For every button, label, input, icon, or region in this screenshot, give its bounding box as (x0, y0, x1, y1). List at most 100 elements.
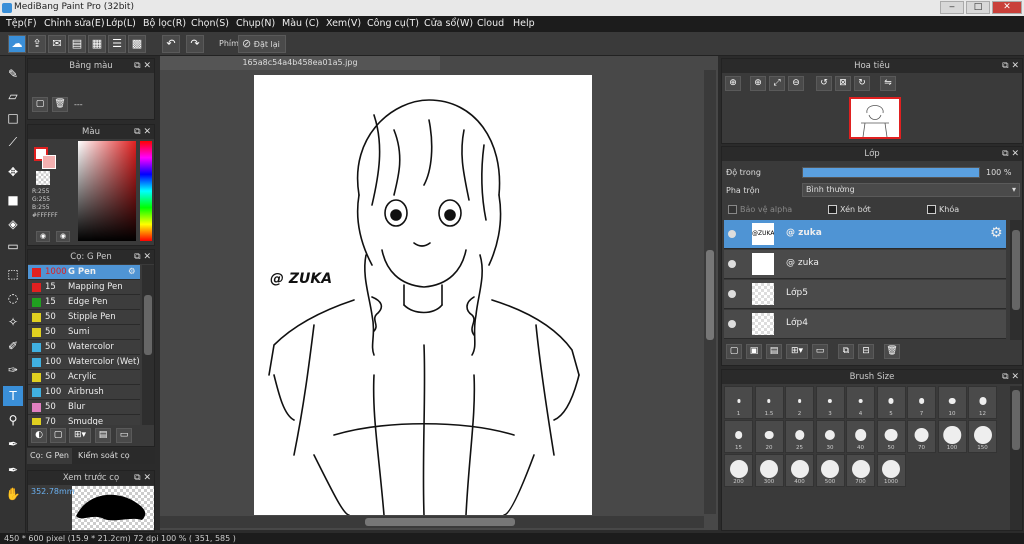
cloud-icon[interactable]: ☁ (8, 35, 26, 53)
brush-item[interactable]: 50 Watercolor (28, 340, 140, 355)
brush-size-cell[interactable]: 700 (846, 454, 875, 487)
hand-tool-icon[interactable]: ✋ (3, 484, 23, 504)
undo-icon[interactable]: ↶ (162, 35, 180, 53)
document-tab[interactable]: 165a8c54a4b458ea01a5.jpg (160, 56, 440, 70)
menu-view[interactable]: Xem(V) (326, 18, 361, 29)
zoom-icon[interactable]: ⊕ (725, 76, 741, 91)
transparent-swatch[interactable] (36, 171, 50, 185)
magic-wand-tool-icon[interactable]: ✧ (3, 312, 23, 332)
minimize-button[interactable]: ‒ (940, 1, 964, 14)
delete-palette-icon[interactable]: 🗑 (52, 97, 68, 112)
gear-icon[interactable]: ⚙ (128, 265, 136, 280)
grid-icon[interactable]: ▩ (128, 35, 146, 53)
tab-brush-control[interactable]: Kiểm soát cọ (75, 448, 133, 464)
menu-file[interactable]: Tệp(F) (6, 18, 37, 29)
select-rect-tool-icon[interactable]: ⬚ (3, 264, 23, 284)
panel-controls-icon[interactable]: ⧉ ✕ (134, 250, 151, 264)
menu-help[interactable]: Help (513, 18, 535, 29)
canvas-horizontal-scrollbar[interactable] (160, 516, 704, 528)
layer-list-scrollbar[interactable] (1010, 220, 1022, 340)
list-icon[interactable]: ☰ (108, 35, 126, 53)
brush-add-menu-icon[interactable]: ⊞▾ (69, 428, 91, 443)
lasso-tool-icon[interactable]: ◌ (3, 288, 23, 308)
page-icon[interactable]: ▤ (68, 35, 86, 53)
tab-brush[interactable]: Cọ: G Pen (27, 448, 72, 464)
layer-row[interactable]: Lớp4 (724, 310, 1006, 339)
canvas-vertical-scrollbar[interactable] (704, 70, 716, 514)
bucket-tool-icon[interactable]: ◈ (3, 214, 23, 234)
zoom-out-icon[interactable]: ⊖ (788, 76, 804, 91)
brush-size-cell[interactable]: 1 (724, 386, 753, 419)
fit-icon[interactable]: ⤢ (769, 76, 785, 91)
brush-item[interactable]: 1000 G Pen ⚙ (28, 265, 140, 280)
brush-item[interactable]: 50 Acrylic (28, 370, 140, 385)
brush-item[interactable]: 15 Edge Pen (28, 295, 140, 310)
brush-size-cell[interactable]: 1.5 (754, 386, 784, 419)
menu-color[interactable]: Màu (C) (282, 18, 319, 29)
folder-icon[interactable]: ▭ (116, 428, 132, 443)
gradient-tool-icon[interactable]: ▭ (3, 236, 23, 256)
menu-cloud[interactable]: Cloud (477, 18, 504, 29)
eyedropper-tool-icon[interactable]: ✒ (3, 460, 23, 480)
panel-controls-icon[interactable]: ⧉ ✕ (134, 125, 151, 139)
select-eraser-tool-icon[interactable]: ✑ (3, 360, 23, 380)
menu-layer[interactable]: Lớp(L) (106, 18, 136, 29)
close-button[interactable]: ✕ (992, 1, 1022, 14)
menu-capture[interactable]: Chụp(N) (236, 18, 275, 29)
select-pen-tool-icon[interactable]: ✐ (3, 336, 23, 356)
new-halftone-layer-icon[interactable]: ▣ (746, 344, 762, 359)
document-icon[interactable]: ▦ (88, 35, 106, 53)
brush-size-cell[interactable]: 30 (815, 420, 845, 453)
brush-size-cell[interactable]: 150 (968, 420, 997, 453)
reset-button[interactable]: ⊘ Đặt lại (238, 35, 286, 53)
rectangle-tool-icon[interactable]: □ (3, 108, 23, 128)
add-layer-menu-icon[interactable]: ⊞▾ (786, 344, 808, 359)
brush-item[interactable]: 100 Airbrush (28, 385, 140, 400)
upload-icon[interactable]: ⇪ (28, 35, 46, 53)
duplicate-layer-icon[interactable]: ⧉ (838, 344, 854, 359)
brush-size-cell[interactable]: 2 (785, 386, 814, 419)
color-option2-icon[interactable]: ◉ (56, 231, 70, 242)
navigator-thumbnail[interactable] (849, 97, 901, 139)
brush-size-cell[interactable]: 12 (968, 386, 997, 419)
new-palette-icon[interactable]: ▢ (32, 97, 48, 112)
move-tool-icon[interactable]: ✥ (3, 162, 23, 182)
comment-icon[interactable]: ✉ (48, 35, 66, 53)
hue-slider[interactable] (140, 141, 152, 241)
brush-item[interactable]: 70 Smudge (28, 415, 140, 425)
zoom-in-icon[interactable]: ⊕ (750, 76, 766, 91)
layer-folder-icon[interactable]: ▭ (812, 344, 828, 359)
panel-controls-icon[interactable]: ⧉ ✕ (1002, 147, 1019, 161)
dropper-outline-icon[interactable]: ✒ (3, 434, 23, 454)
brush-size-cell[interactable]: 50 (876, 420, 906, 453)
maximize-button[interactable]: □ (966, 1, 990, 14)
color-option-icon[interactable]: ◉ (36, 231, 50, 242)
panel-controls-icon[interactable]: ⧉ ✕ (134, 471, 151, 485)
brush-item[interactable]: 15 Mapping Pen (28, 280, 140, 295)
new-8bit-layer-icon[interactable]: ▤ (766, 344, 782, 359)
brush-size-cell[interactable]: 4 (846, 386, 875, 419)
brush-size-cell[interactable]: 25 (785, 420, 814, 453)
eye-icon[interactable] (728, 320, 736, 328)
drawing-canvas[interactable]: @ ZUKA (254, 75, 592, 516)
background-color-swatch[interactable] (42, 155, 56, 169)
fill-rect-tool-icon[interactable]: ■ (3, 190, 23, 210)
operation-tool-icon[interactable]: ⚲ (3, 410, 23, 430)
eye-icon[interactable] (728, 290, 736, 298)
eye-icon[interactable] (728, 230, 736, 238)
flip-icon[interactable]: ⇋ (880, 76, 896, 91)
brush-size-cell[interactable]: 7 (907, 386, 936, 419)
brush-list-scrollbar[interactable] (142, 265, 154, 425)
text-tool-icon[interactable]: T (3, 386, 23, 406)
eraser-tool-icon[interactable]: ▱ (3, 86, 23, 106)
rotate-right-icon[interactable]: ↻ (854, 76, 870, 91)
brush-size-cell[interactable]: 3 (815, 386, 845, 419)
delete-layer-icon[interactable]: 🗑 (884, 344, 900, 359)
line-tool-icon[interactable]: ⟋ (3, 132, 23, 152)
brush-size-cell[interactable]: 15 (724, 420, 753, 453)
brush-size-cell[interactable]: 300 (754, 454, 784, 487)
brush-size-cell[interactable]: 400 (785, 454, 814, 487)
gear-icon[interactable]: ⚙ (990, 225, 1003, 241)
redo-icon[interactable]: ↷ (186, 35, 204, 53)
new-layer-icon[interactable]: ▢ (726, 344, 742, 359)
